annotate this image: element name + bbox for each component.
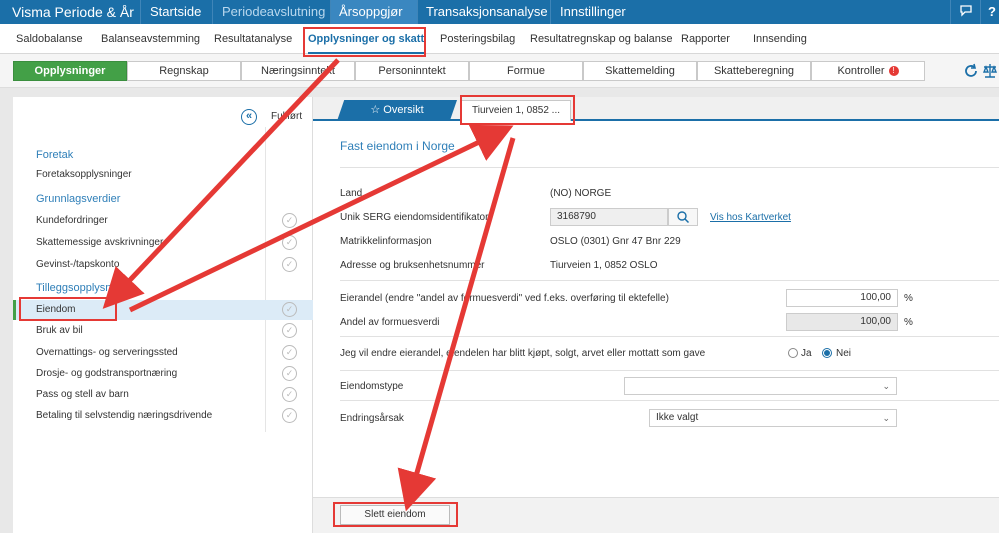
annotation-arrows bbox=[102, 58, 516, 512]
